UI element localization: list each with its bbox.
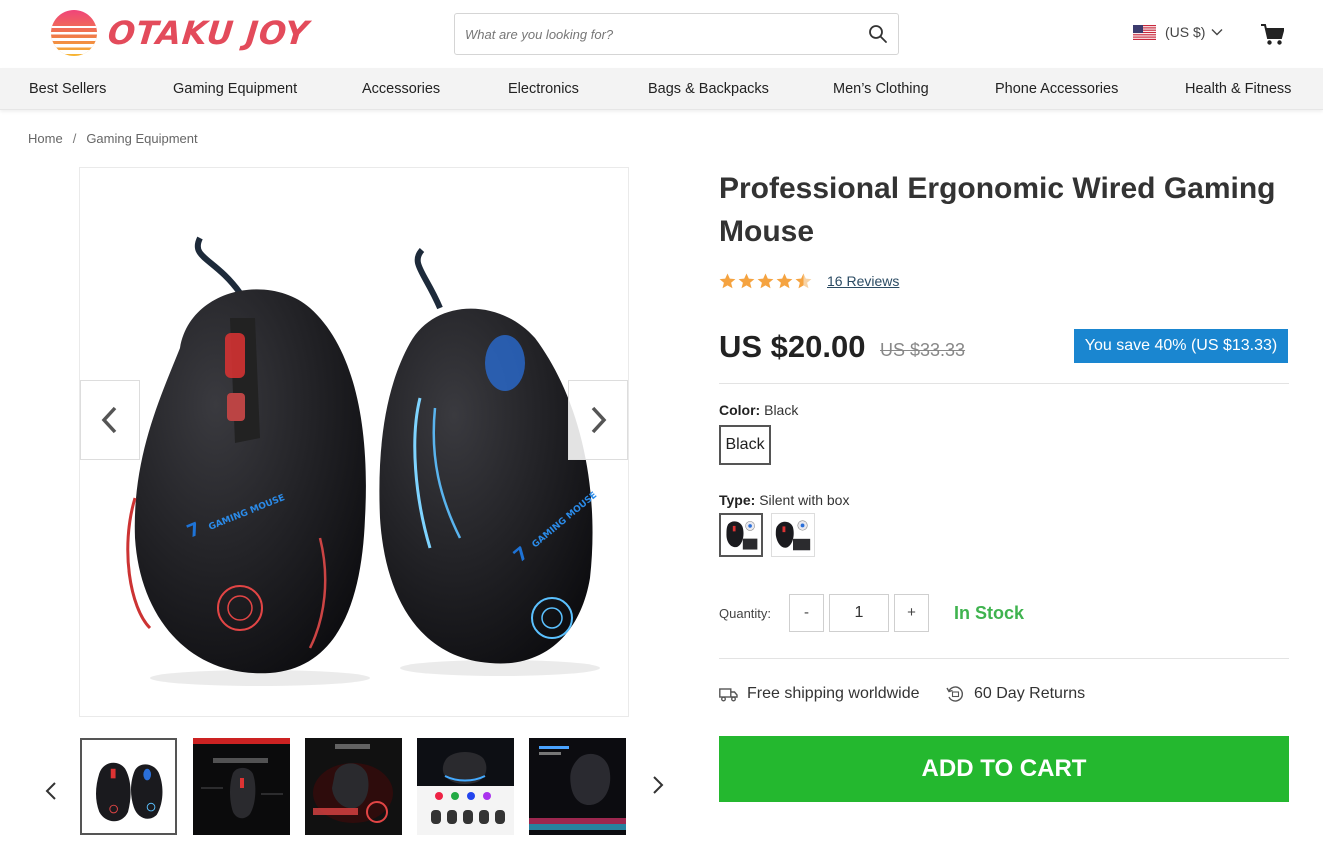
currency-label: (US $) bbox=[1165, 24, 1206, 40]
product-title: Professional Ergonomic Wired Gaming Mous… bbox=[719, 172, 1276, 248]
nav-item-best-sellers[interactable]: Best Sellers bbox=[29, 81, 106, 97]
thumbnails-prev-icon[interactable] bbox=[43, 780, 59, 802]
savings-badge: You save 40% (US $13.33) bbox=[1074, 329, 1288, 363]
gaming-mouse-image: 7 GAMING MOUSE 7 GAMING MOUSE bbox=[126, 236, 600, 686]
type-label: Type: bbox=[719, 492, 756, 508]
type-selected-value: Silent with box bbox=[759, 492, 850, 508]
thumbnail-4[interactable] bbox=[417, 738, 514, 835]
stock-status: In Stock bbox=[954, 603, 1025, 623]
returns-icon bbox=[946, 686, 964, 702]
breadcrumb: Home / Gaming Equipment bbox=[28, 131, 198, 146]
thumbnail-mouse-image bbox=[82, 740, 175, 833]
nav-item-electronics[interactable]: Electronics bbox=[508, 81, 579, 97]
color-option-label: Color: Black bbox=[719, 402, 798, 418]
star-half-icon bbox=[795, 273, 812, 289]
thumbnail-x7-red-image bbox=[305, 738, 402, 835]
product-rating: 16 Reviews bbox=[719, 273, 899, 289]
currency-selector[interactable]: (US $) bbox=[1133, 24, 1223, 40]
quantity-decrease-button[interactable]: - bbox=[789, 594, 824, 632]
add-to-cart-button[interactable]: ADD TO CART bbox=[719, 736, 1289, 802]
thumbnail-x7-image bbox=[193, 738, 290, 835]
perk-free-shipping: Free shipping worldwide bbox=[719, 685, 920, 703]
breadcrumb-separator: / bbox=[72, 131, 77, 146]
category-nav: Best Sellers Gaming Equipment Accessorie… bbox=[0, 68, 1323, 110]
chevron-right-icon bbox=[591, 406, 607, 434]
star-full-icon bbox=[738, 273, 755, 289]
type-swatch-image bbox=[721, 515, 761, 555]
thumbnail-rgb-mouse-image bbox=[529, 738, 626, 835]
color-label: Color: bbox=[719, 402, 761, 418]
image-prev-button[interactable] bbox=[80, 380, 140, 460]
image-next-button[interactable] bbox=[568, 380, 628, 460]
site-header: OTAKU JOY (US $) bbox=[0, 0, 1323, 68]
star-full-icon bbox=[719, 273, 736, 289]
type-swatch-image bbox=[772, 514, 814, 556]
thumbnails-next-icon[interactable] bbox=[650, 774, 666, 796]
quantity-increase-button[interactable]: + bbox=[894, 594, 929, 632]
search-bar bbox=[454, 13, 899, 55]
perk-returns: 60 Day Returns bbox=[946, 685, 1085, 703]
star-rating bbox=[719, 273, 814, 289]
old-price: US $33.33 bbox=[880, 340, 966, 360]
chevron-left-icon bbox=[101, 406, 117, 434]
star-full-icon bbox=[757, 273, 774, 289]
thumbnail-1[interactable] bbox=[80, 738, 177, 835]
nav-item-accessories[interactable]: Accessories bbox=[362, 81, 440, 97]
chevron-down-icon bbox=[1211, 29, 1223, 36]
thumbnail-led-colors-image bbox=[417, 738, 514, 835]
main-product-image: 7 GAMING MOUSE 7 GAMING MOUSE bbox=[79, 167, 629, 717]
nav-item-health-fitness[interactable]: Health & Fitness bbox=[1185, 81, 1291, 97]
perk-label: 60 Day Returns bbox=[974, 685, 1086, 702]
type-option-alt[interactable] bbox=[771, 513, 815, 557]
nav-item-bags-backpacks[interactable]: Bags & Backpacks bbox=[648, 81, 769, 97]
logo[interactable]: OTAKU JOY bbox=[48, 10, 312, 56]
nav-item-phone-accessories[interactable]: Phone Accessories bbox=[995, 81, 1118, 97]
star-full-icon bbox=[776, 273, 793, 289]
logo-text: OTAKU JOY bbox=[106, 14, 312, 52]
quantity-label: Quantity: bbox=[719, 606, 772, 621]
search-input[interactable] bbox=[465, 14, 860, 54]
color-selected-value: Black bbox=[764, 402, 799, 418]
thumbnail-3[interactable] bbox=[305, 738, 402, 835]
truck-icon bbox=[719, 688, 738, 702]
cart-icon[interactable] bbox=[1261, 24, 1284, 46]
type-option-label: Type: Silent with box bbox=[719, 492, 849, 508]
reviews-link[interactable]: 16 Reviews bbox=[827, 273, 899, 289]
perk-label: Free shipping worldwide bbox=[747, 685, 920, 702]
thumbnail-2[interactable] bbox=[193, 738, 290, 835]
thumbnail-5[interactable] bbox=[529, 738, 626, 835]
divider bbox=[719, 383, 1289, 384]
nav-item-mens-clothing[interactable]: Men’s Clothing bbox=[833, 81, 929, 97]
current-price: US $20.00 bbox=[719, 329, 866, 364]
quantity-input[interactable] bbox=[829, 594, 889, 632]
search-icon[interactable] bbox=[868, 24, 888, 44]
type-option-silent-with-box[interactable] bbox=[719, 513, 763, 557]
sunset-logo-icon bbox=[51, 10, 97, 56]
color-option-black[interactable]: Black bbox=[719, 425, 771, 465]
divider bbox=[719, 658, 1289, 659]
nav-item-gaming-equipment[interactable]: Gaming Equipment bbox=[173, 81, 297, 97]
us-flag-icon bbox=[1133, 24, 1156, 40]
breadcrumb-home[interactable]: Home bbox=[28, 131, 63, 146]
breadcrumb-gaming-equipment[interactable]: Gaming Equipment bbox=[86, 131, 197, 146]
